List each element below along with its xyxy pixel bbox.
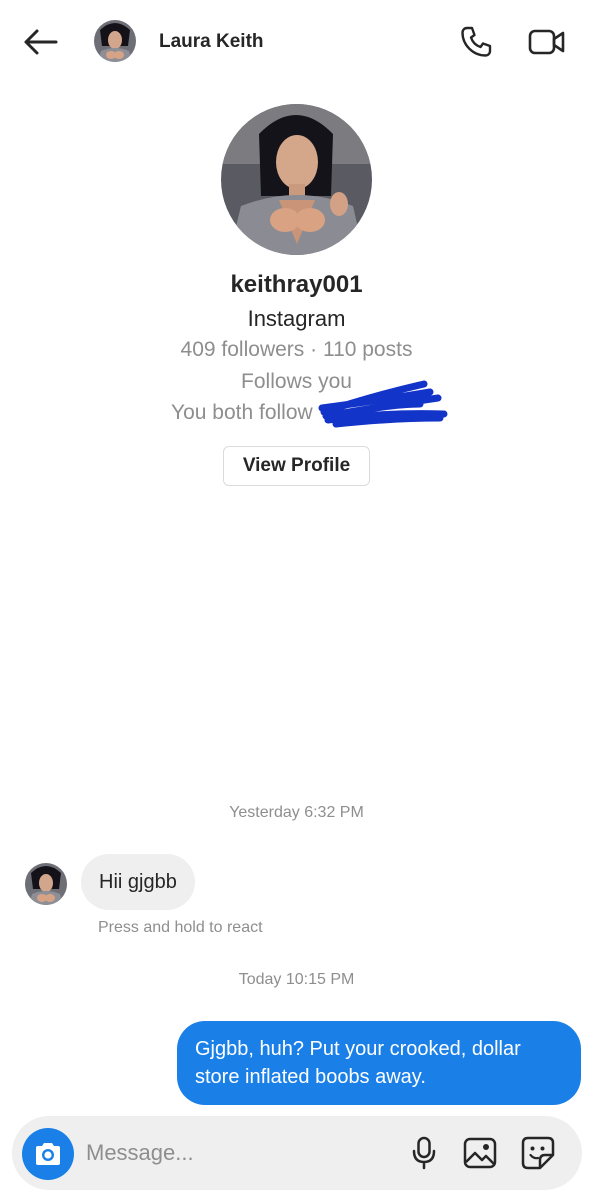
contact-avatar[interactable]: [94, 20, 136, 62]
video-camera-icon: [528, 29, 565, 55]
message-timestamp: Yesterday 6:32 PM: [229, 804, 364, 821]
profile-photo[interactable]: [221, 104, 372, 255]
message-input[interactable]: [86, 1136, 386, 1170]
profile-platform: Instagram: [247, 306, 346, 331]
image-gallery-icon: [463, 1137, 497, 1169]
outgoing-message-line: Gjgbb, huh? Put your crooked, dollar: [195, 1038, 521, 1060]
camera-button[interactable]: [22, 1128, 74, 1180]
gallery-button[interactable]: [462, 1135, 498, 1171]
arrow-left-icon: [24, 29, 58, 55]
microphone-icon: [412, 1136, 436, 1170]
incoming-message[interactable]: Hii gjgbb: [81, 854, 195, 910]
chat-header: Laura Keith: [0, 0, 593, 84]
react-hint: Press and hold to react: [98, 919, 263, 936]
phone-icon: [461, 26, 492, 57]
microphone-button[interactable]: [407, 1135, 441, 1171]
outgoing-message[interactable]: Gjgbb, huh? Put your crooked, dollar sto…: [177, 1021, 581, 1105]
redaction-scribble: [318, 380, 448, 428]
voice-call-button[interactable]: [456, 22, 496, 62]
message-timestamp: Today 10:15 PM: [238, 971, 355, 988]
mutual-follow-text: You both follow: [171, 401, 313, 424]
profile-username: keithray001: [230, 271, 363, 298]
message-composer: [12, 1116, 582, 1190]
sticker-button[interactable]: [520, 1135, 556, 1171]
outgoing-message-line: store inflated boobs away.: [195, 1066, 426, 1088]
sender-avatar[interactable]: [25, 863, 67, 905]
back-button[interactable]: [20, 24, 60, 60]
video-call-button[interactable]: [525, 22, 569, 62]
sticker-icon: [521, 1136, 555, 1170]
view-profile-button[interactable]: View Profile: [223, 446, 370, 486]
profile-stats: 409 followers · 110 posts: [180, 338, 413, 361]
follows-you-status: Follows you: [241, 370, 352, 393]
camera-icon: [36, 1143, 60, 1165]
contact-name[interactable]: Laura Keith: [159, 31, 264, 53]
